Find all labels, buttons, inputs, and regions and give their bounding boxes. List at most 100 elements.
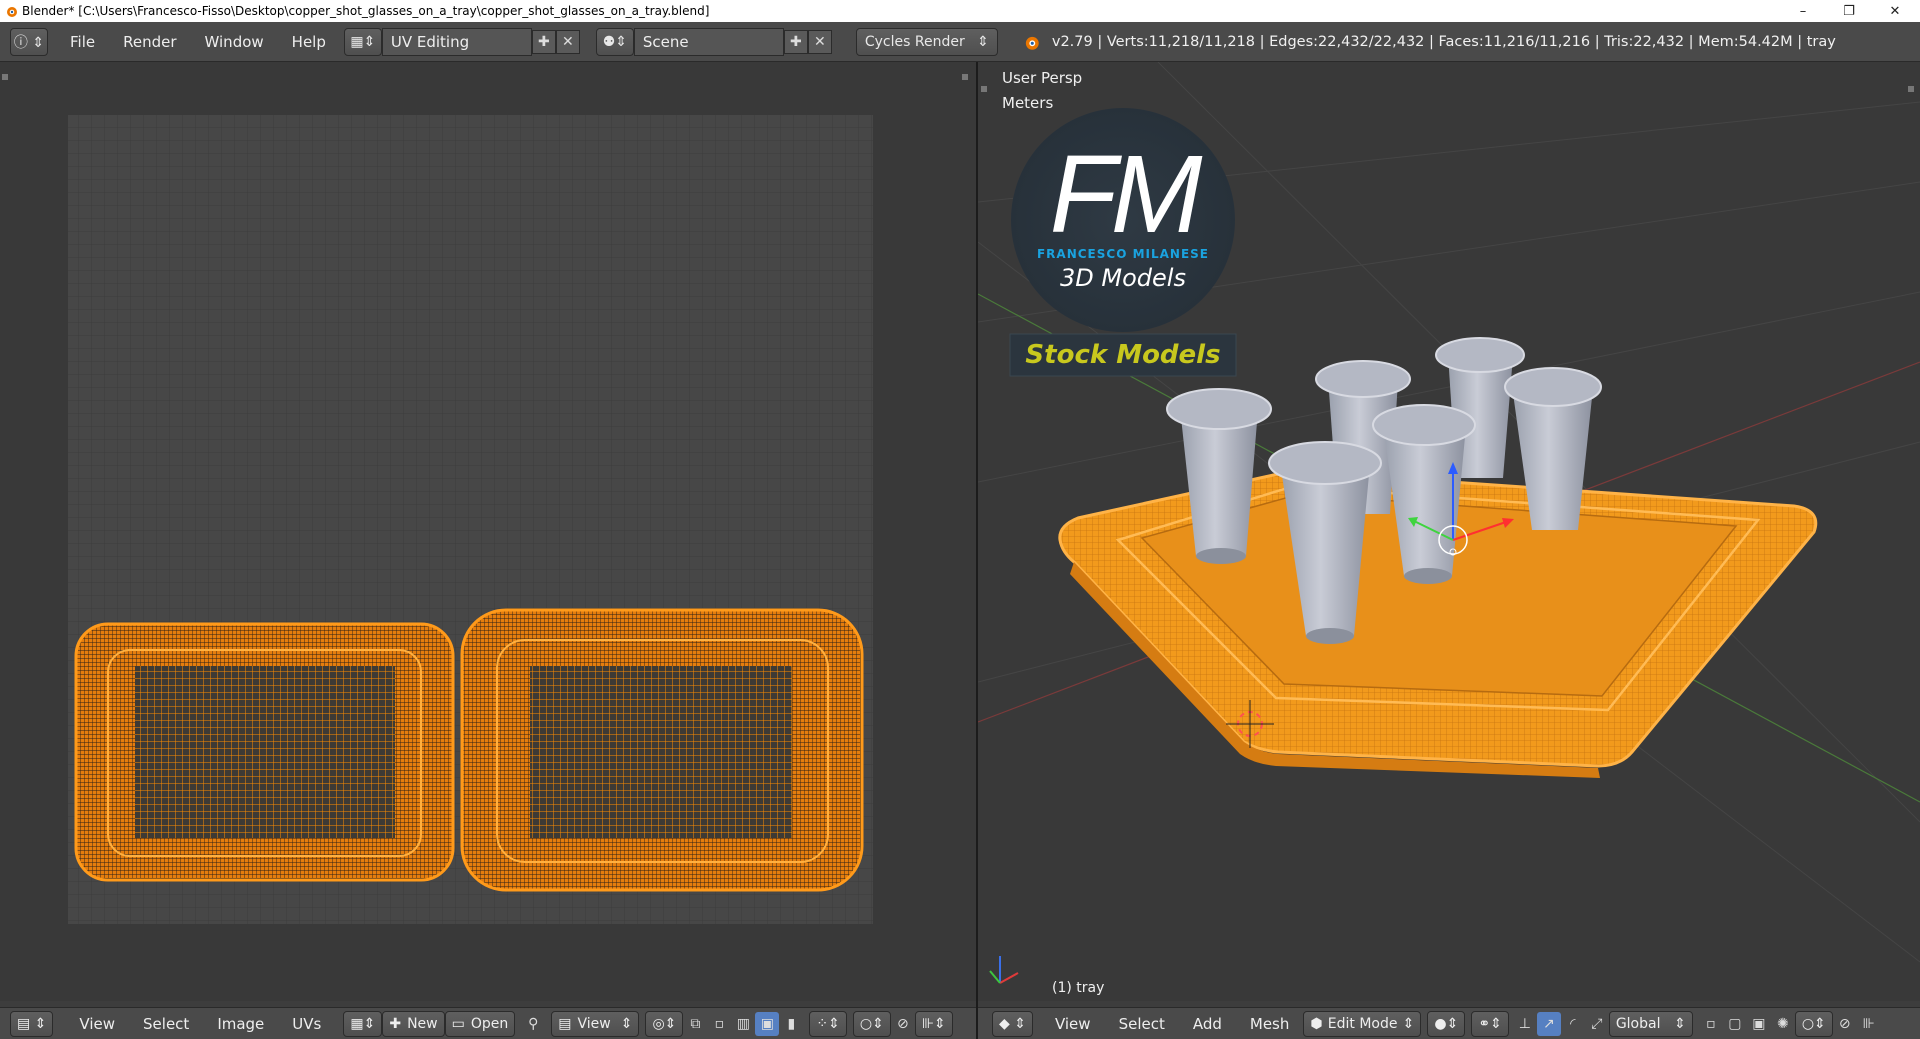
open-label: Open (470, 1015, 509, 1032)
image-browse-button[interactable]: ▦⇕ (343, 1010, 383, 1037)
sync-selection-icon[interactable]: ⧉ (683, 1012, 707, 1036)
scene-selector[interactable]: ⚉⇕ (595, 27, 634, 56)
translate-manipulator-icon[interactable]: ↗ (1536, 1011, 1561, 1036)
snap-icon[interactable]: ⊘ (891, 1012, 915, 1036)
editor-type-info-button[interactable]: ⓘ ⇕ (10, 27, 48, 56)
title-bar: Blender* [C:\Users\Francesco-Fisso\Deskt… (0, 0, 1920, 22)
restore-button[interactable]: ❐ (1826, 0, 1872, 22)
vp-menu-select[interactable]: Select (1105, 1015, 1179, 1033)
remove-scene-button[interactable]: ✕ (807, 29, 832, 54)
add-screen-button[interactable]: ✚ (531, 29, 556, 54)
render-engine-dropdown[interactable]: Cycles Render ⇕ (855, 27, 998, 56)
remove-screen-button[interactable]: ✕ (555, 29, 580, 54)
uv-menu-select[interactable]: Select (129, 1015, 203, 1033)
pivot-dropdown[interactable]: ◎⇕ (645, 1010, 684, 1037)
menu-help[interactable]: Help (278, 33, 340, 51)
watermark-banner: Stock Models (1025, 340, 1221, 370)
plus-icon: ✚ (389, 1015, 402, 1032)
dropdown-arrows-icon: ⇕ (977, 33, 989, 50)
face-select-icon[interactable]: ▣ (755, 1011, 780, 1036)
menu-window[interactable]: Window (191, 33, 278, 51)
image-icon: ▦⇕ (350, 1015, 376, 1032)
uv-island-right[interactable] (460, 608, 864, 892)
snap-icon[interactable]: ⊘ (1833, 1012, 1857, 1036)
uv-image-editor[interactable] (0, 62, 976, 1001)
island-select-icon[interactable]: ▮ (779, 1012, 803, 1036)
edge-select-mode-icon[interactable]: ▢ (1723, 1012, 1747, 1036)
screen-layout-field[interactable]: UV Editing (381, 27, 532, 56)
occlude-geometry-icon[interactable]: ✺ (1771, 1012, 1795, 1036)
proportional-edit-dropdown[interactable]: ○⇕ (1794, 1010, 1833, 1037)
uv-menu-uvs[interactable]: UVs (278, 1015, 335, 1033)
region-toggle-icon[interactable] (981, 86, 987, 92)
3d-viewport[interactable]: User Persp Meters FM FRANCESCO MILANESE … (978, 62, 1920, 1001)
pivot-icon: ⚭⇕ (1478, 1015, 1502, 1032)
rotate-manipulator-icon[interactable]: ◜ (1561, 1012, 1585, 1036)
screen-layout-selector[interactable]: ▦⇕ (343, 27, 382, 56)
plus-icon: ✚ (790, 33, 802, 50)
close-button[interactable]: ✕ (1872, 0, 1918, 22)
3d-view-icon: ◆ ⇕ (999, 1015, 1026, 1032)
new-label: New (407, 1015, 438, 1032)
editor-type-selector[interactable]: ◆ ⇕ (992, 1010, 1033, 1037)
view-mode-dropdown[interactable]: ▤ View ⇕ (551, 1010, 640, 1037)
vp-menu-add[interactable]: Add (1179, 1015, 1236, 1033)
layout-icon: ▦⇕ (350, 33, 376, 50)
scale-manipulator-icon[interactable]: ⤢ (1585, 1012, 1609, 1036)
open-image-button[interactable]: ▭ Open (444, 1010, 516, 1037)
vp-menu-view[interactable]: View (1041, 1015, 1105, 1033)
units-label: Meters (1002, 94, 1054, 112)
uv-menu-view[interactable]: View (65, 1015, 129, 1033)
menu-file[interactable]: File (56, 33, 109, 51)
uv-canvas[interactable] (0, 62, 976, 1001)
vertex-select-mode-icon[interactable]: ▫ (1699, 1012, 1723, 1036)
uv-island-left[interactable] (74, 622, 455, 882)
edge-select-icon[interactable]: ▥ (731, 1012, 755, 1036)
manipulator-toggle-icon[interactable]: ⊥ (1513, 1012, 1537, 1036)
view-name-label: User Persp (1002, 69, 1083, 87)
region-toggle-icon[interactable] (1908, 86, 1914, 92)
folder-icon: ▭ (451, 1015, 465, 1032)
vertex-select-icon[interactable]: ▫ (707, 1012, 731, 1036)
shading-dropdown[interactable]: ●⇕ (1427, 1010, 1466, 1037)
vp-menu-mesh[interactable]: Mesh (1236, 1015, 1304, 1033)
window-title: Blender* [C:\Users\Francesco-Fisso\Deskt… (22, 4, 710, 18)
minimize-button[interactable]: – (1780, 0, 1826, 22)
sticky-mode-dropdown[interactable]: ⁘⇕ (809, 1010, 847, 1037)
sticky-icon: ⁘⇕ (816, 1015, 840, 1032)
face-select-mode-icon[interactable]: ▣ (1747, 1012, 1771, 1036)
watermark-name: FRANCESCO MILANESE (1036, 247, 1210, 261)
pivot-dropdown[interactable]: ⚭⇕ (1471, 1010, 1509, 1037)
region-toggle-icon[interactable] (962, 74, 968, 80)
transform-orientation-dropdown[interactable]: Global ⇕ (1608, 1010, 1693, 1037)
new-image-button[interactable]: ✚ New (382, 1010, 445, 1037)
x-icon: ✕ (814, 33, 826, 50)
watermark-initials-text: FM (1049, 133, 1203, 256)
snap-element-icon[interactable]: ⊪ (1857, 1012, 1881, 1036)
blender-window: Blender* [C:\Users\Francesco-Fisso\Deskt… (0, 0, 1920, 1039)
region-toggle-icon[interactable] (2, 74, 8, 80)
uv-editor-header: ▤ ⇕ View Select Image UVs ▦⇕ ✚ New ▭ Open … (0, 1007, 976, 1039)
interaction-mode-dropdown[interactable]: ⬢ Edit Mode ⇕ (1303, 1010, 1422, 1037)
blender-logo-icon (7, 7, 17, 17)
view-icon: ▤ (558, 1015, 572, 1032)
pin-icon[interactable]: ⚲ (521, 1012, 545, 1036)
editor-type-selector[interactable]: ▤ ⇕ (10, 1010, 54, 1037)
proportional-edit-dropdown[interactable]: ○⇕ (852, 1010, 891, 1037)
info-icon: ⓘ ⇕ (13, 34, 45, 51)
dropdown-arrows-icon: ⇕ (1674, 1015, 1686, 1032)
snap-element-icon: ⊪⇕ (921, 1015, 946, 1032)
view-label: View (577, 1015, 611, 1032)
watermark-initials: FM (1038, 140, 1208, 250)
image-editor-icon: ▤ ⇕ (17, 1015, 47, 1032)
add-scene-button[interactable]: ✚ (783, 29, 808, 54)
solid-shading-icon: ●⇕ (1434, 1015, 1459, 1032)
watermark-subtitle: 3D Models (1060, 264, 1186, 292)
snap-element-dropdown[interactable]: ⊪⇕ (914, 1010, 953, 1037)
scene-statistics: v2.79 | Verts:11,218/11,218 | Edges:22,4… (1051, 33, 1836, 50)
uv-menu-image[interactable]: Image (203, 1015, 278, 1033)
render-engine-label: Cycles Render (864, 33, 965, 50)
scene-field[interactable]: Scene (633, 27, 784, 56)
menu-render[interactable]: Render (109, 33, 190, 51)
scene-icon: ⚉⇕ (602, 33, 628, 50)
